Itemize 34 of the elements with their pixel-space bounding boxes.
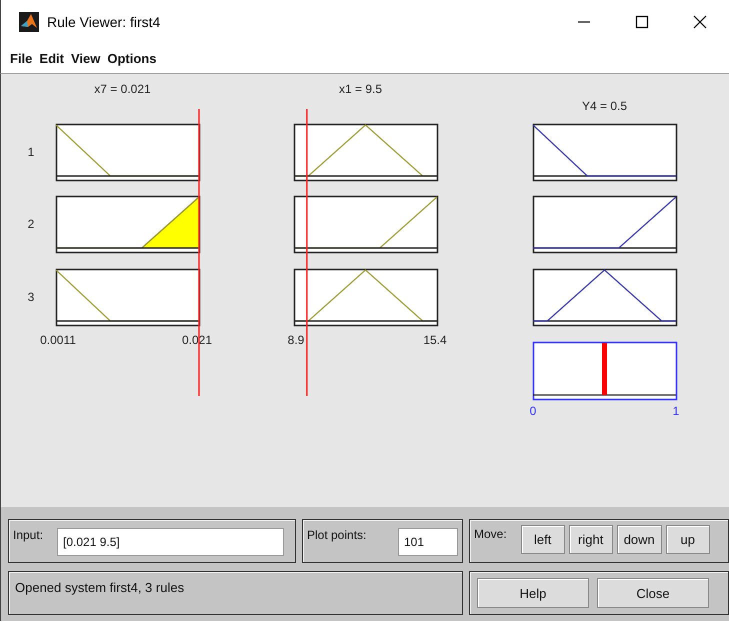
input-label: Input: (13, 528, 44, 542)
move-button[interactable]: left (520, 525, 565, 554)
dialog-button[interactable]: Help (477, 578, 589, 608)
axis-tick-label: 0.0011 (40, 333, 76, 347)
menu-item[interactable]: View (68, 51, 104, 66)
variable-label: Y4 = 0.5 (582, 99, 628, 113)
close-icon (693, 15, 707, 29)
axis-tick-label: 15.4 (423, 333, 447, 347)
input-marker-line[interactable] (306, 109, 308, 396)
axis-tick-label: 0 (530, 404, 536, 418)
input-field[interactable]: [0.021 9.5] (57, 528, 284, 556)
axis-tick-label: 8.9 (288, 333, 304, 347)
app-icon (19, 12, 39, 32)
output-value-bar (602, 343, 607, 395)
variable-label: x1 = 9.5 (338, 82, 382, 96)
status-message: Opened system first4, 3 rules (15, 580, 184, 595)
plot-points-field[interactable]: 101 (398, 528, 458, 556)
menu-item[interactable]: Edit (36, 51, 68, 66)
input-marker-line[interactable] (198, 109, 200, 396)
window-title: Rule Viewer: first4 (47, 14, 162, 30)
move-label: Move: (474, 527, 507, 541)
variable-label: x7 = 0.021 (94, 82, 151, 96)
plot-points-label: Plot points: (307, 528, 366, 542)
menu-item[interactable]: Options (104, 51, 160, 66)
move-button[interactable]: down (616, 525, 662, 554)
rule-number: 1 (28, 145, 34, 159)
menu-item[interactable]: File (7, 51, 36, 66)
rule-number: 2 (28, 217, 34, 231)
maximize-icon (635, 15, 649, 29)
move-button[interactable]: up (666, 525, 710, 554)
rule-number: 3 (28, 290, 34, 304)
move-button[interactable]: right (568, 525, 613, 554)
axis-tick-label: 1 (672, 404, 680, 418)
dialog-button[interactable]: Close (597, 578, 709, 608)
